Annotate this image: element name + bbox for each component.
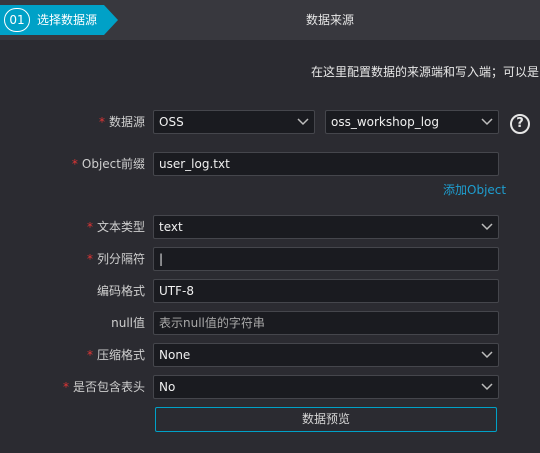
datasource-label: * 数据源: [98, 115, 145, 129]
chevron-down-icon: [481, 118, 493, 126]
encoding-input[interactable]: UTF-8: [153, 279, 499, 303]
step-indicator-active[interactable]: 01 选择数据源: [0, 5, 118, 35]
include-header-label: * 是否包含表头: [62, 380, 145, 394]
step-header: 01 选择数据源 数据来源: [0, 0, 540, 40]
required-marker: *: [98, 115, 105, 129]
add-object-link[interactable]: 添加Object: [443, 181, 506, 199]
text-type-label: * 文本类型: [86, 220, 145, 234]
question-circle-icon[interactable]: ?: [510, 114, 530, 134]
data-preview-button[interactable]: 数据预览: [155, 407, 497, 432]
required-marker: *: [86, 348, 93, 362]
required-marker: *: [86, 252, 93, 266]
chevron-down-icon: [481, 383, 493, 391]
required-marker: *: [86, 220, 93, 234]
section-title: 数据来源: [306, 13, 355, 27]
chevron-down-icon: [481, 351, 493, 359]
chevron-down-icon: [297, 118, 309, 126]
object-prefix-input[interactable]: user_log.txt: [153, 152, 499, 176]
datasource-name-select[interactable]: oss_workshop_log: [325, 110, 499, 134]
step-number-badge: 01: [4, 8, 30, 32]
required-marker: *: [71, 157, 78, 171]
null-value-input[interactable]: 表示null值的字符串: [153, 311, 499, 335]
compression-label: * 压缩格式: [86, 348, 145, 362]
chevron-down-icon: [481, 223, 493, 231]
object-prefix-label: * Object前缀: [71, 157, 145, 171]
include-header-select[interactable]: No: [153, 375, 499, 399]
null-value-label: null值: [111, 316, 145, 330]
required-marker: *: [62, 380, 69, 394]
column-delimiter-label: * 列分隔符: [86, 252, 145, 266]
datasource-type-select[interactable]: OSS: [153, 110, 315, 134]
column-delimiter-input[interactable]: |: [153, 247, 499, 271]
section-description: 在这里配置数据的来源端和写入端；可以是: [311, 65, 540, 79]
compression-select[interactable]: None: [153, 343, 499, 367]
text-type-select[interactable]: text: [153, 215, 499, 239]
encoding-label: 编码格式: [96, 284, 145, 298]
step-label: 选择数据源: [37, 13, 98, 27]
